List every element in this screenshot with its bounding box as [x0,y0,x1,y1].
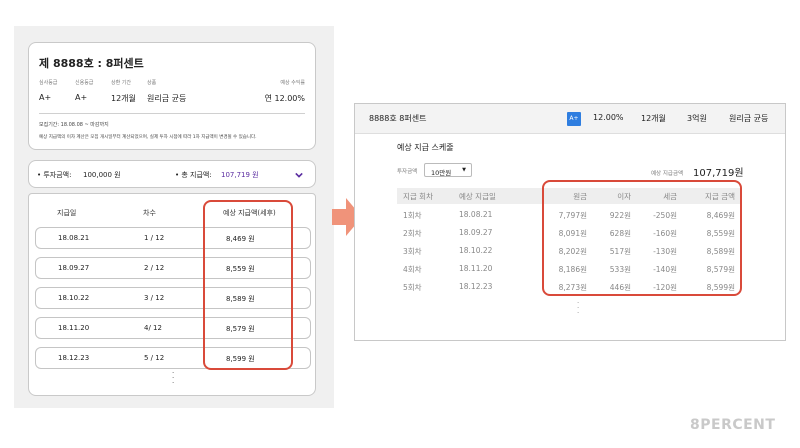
row-round: 3회차 [403,247,422,256]
chevron-down-icon[interactable] [295,171,303,179]
more-rows-indicator-icon: · · · [577,299,580,317]
column-header-round: 차수 [143,209,156,217]
invest-amount-label: • 투자금액: [37,171,72,179]
invest-amount-label: 투자금액 [397,169,418,175]
desktop-product-header: 8888호 8퍼센트 A+ 12.00% 12개월 3억원 원리금 균등 [355,104,785,134]
select-value: 10만원 [431,169,452,177]
row-date: 18.10.22 [459,246,493,255]
header-method: 원리금 균등 [729,114,769,123]
payment-round: 5 / 12 [144,354,165,362]
info-value-review-grade: A+ [39,93,52,102]
info-header-review-grade: 심사등급 [39,80,58,86]
payment-date: 18.08.21 [58,234,90,242]
payment-date: 18.09.27 [58,264,90,272]
info-value-credit-grade: A+ [75,93,88,102]
header-period: 12개월 [641,114,666,123]
total-payment-label: • 총 지급액: [175,171,212,179]
info-header-product: 상품 [147,80,157,86]
row-round: 1회차 [403,211,422,220]
row-round: 5회차 [403,283,422,292]
row-round: 4회차 [403,265,422,274]
info-value-expected-return: 연 12.00% [264,94,305,103]
payment-date: 18.10.22 [58,294,90,302]
column-header-date: 지급일 [57,209,77,217]
caret-down-icon: ▼ [462,167,466,173]
invest-amount-value: 100,000 원 [83,171,121,179]
row-date: 18.11.20 [459,264,493,273]
column-header-date: 예상 지급일 [459,192,496,201]
product-info-card: 제 8888호 : 8퍼센트 심사등급 신용등급 상환 기간 상품 예상 수익률… [28,42,316,150]
row-date: 18.08.21 [459,210,493,219]
payment-round: 4/ 12 [144,324,162,332]
highlight-box-mobile-amounts [203,200,293,370]
expected-payment-label: 예상 지급금액 [651,171,684,177]
column-header-round: 지급 회차 [403,192,433,201]
recruit-period: 모집기간: 18.08.08 ~ 마감까지 [39,122,109,128]
row-date: 18.09.27 [459,228,493,237]
investment-summary-card[interactable]: • 투자금액: 100,000 원 • 총 지급액: 107,719 원 [28,160,316,188]
payment-date: 18.11.20 [58,324,90,332]
info-header-expected-return: 예상 수익률 [280,80,305,86]
payment-round: 3 / 12 [144,294,165,302]
payment-round: 1 / 12 [144,234,165,242]
header-amount: 3억원 [687,114,707,123]
payment-round: 2 / 12 [144,264,165,272]
more-rows-indicator-icon: · · · [172,369,175,387]
schedule-title: 예상 지급 스케줄 [397,143,454,152]
info-header-credit-grade: 신용등급 [75,80,94,86]
row-date: 18.12.23 [459,282,493,291]
product-title: 제 8888호 : 8퍼센트 [39,57,144,70]
highlight-box-desktop-breakdown [542,180,742,296]
header-rate: 12.00% [593,113,624,122]
brand-logo: 8PERCENT [690,417,776,433]
desktop-product-title: 8888호 8퍼센트 [369,114,427,123]
row-round: 2회차 [403,229,422,238]
info-value-product: 원리금 균등 [147,94,187,103]
divider [39,113,305,114]
interest-notice: 예상 지급액의 이자 계산은 모집 개시일부터 계산되었으며, 실제 투자 시점… [39,135,257,140]
grade-badge: A+ [567,112,581,126]
info-value-term: 12개월 [111,94,136,103]
info-header-term: 상환 기간 [111,80,131,86]
total-payment-value: 107,719 원 [221,171,259,179]
invest-amount-select[interactable]: 10만원 ▼ [424,163,472,177]
expected-payment-value: 107,719원 [693,168,744,179]
payment-date: 18.12.23 [58,354,90,362]
